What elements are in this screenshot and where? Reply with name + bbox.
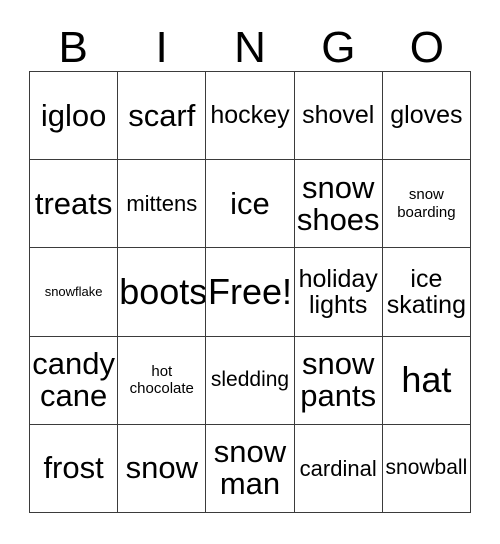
bingo-cell-label: hot chocolate <box>129 362 194 398</box>
bingo-cell-r2c5[interactable]: snow boarding <box>382 160 471 249</box>
bingo-cell-label: cardinal <box>299 455 377 481</box>
bingo-cell-label: ice <box>230 185 270 221</box>
bingo-cell-r5c3[interactable]: snow man <box>206 424 295 513</box>
bingo-cell-label: snow man <box>213 434 287 502</box>
bingo-cell-label: hat <box>401 358 452 400</box>
bingo-cell-r2c3[interactable]: ice <box>206 160 295 249</box>
bingo-cell-label: scarf <box>128 97 196 133</box>
bingo-cell-label: frost <box>43 450 104 486</box>
bingo-cell-r3c4[interactable]: holiday lights <box>294 248 383 337</box>
bingo-header-row: B I N G O <box>29 22 471 71</box>
bingo-cell-r5c1[interactable]: frost <box>30 424 119 513</box>
bingo-grid: igloo scarf hockey shovel gloves treats … <box>29 71 471 513</box>
bingo-cell-label: boots <box>119 270 207 312</box>
header-letter-o: O <box>409 23 444 72</box>
bingo-cell-label: snow pants <box>300 346 377 414</box>
bingo-cell-r3c5[interactable]: ice skating <box>382 248 471 337</box>
bingo-cell-r4c5[interactable]: hat <box>382 336 471 425</box>
bingo-cell-r5c5[interactable]: snowball <box>382 424 471 513</box>
bingo-cell-r1c4[interactable]: shovel <box>294 72 383 161</box>
free-space-label: Free! <box>207 270 292 312</box>
header-letter-i: I <box>155 23 168 72</box>
header-letter-b: B <box>58 23 88 72</box>
bingo-cell-r1c5[interactable]: gloves <box>382 72 471 161</box>
bingo-cell-label: sledding <box>210 368 290 392</box>
bingo-cell-r3c1[interactable]: snowflake <box>30 248 119 337</box>
bingo-cell-r2c1[interactable]: treats <box>30 160 119 249</box>
bingo-cell-label: snowflake <box>44 283 103 299</box>
bingo-cell-label: snow boarding <box>397 186 456 221</box>
bingo-cell-r4c1[interactable]: candy cane <box>30 336 119 425</box>
bingo-cell-r2c4[interactable]: snow shoes <box>294 160 383 249</box>
bingo-cell-r1c3[interactable]: hockey <box>206 72 295 161</box>
bingo-card: B I N G O igloo scarf hockey shovel glov… <box>0 0 500 544</box>
bingo-cell-label: snow shoes <box>296 169 380 237</box>
bingo-cell-label: snow <box>125 450 198 486</box>
bingo-cell-label: hockey <box>210 101 290 130</box>
bingo-cell-label: candy cane <box>32 346 115 414</box>
bingo-cell-label: treats <box>34 185 113 221</box>
bingo-cell-r5c4[interactable]: cardinal <box>294 424 383 513</box>
header-letter-n: N <box>234 23 266 72</box>
bingo-cell-r5c2[interactable]: snow <box>118 424 207 513</box>
bingo-cell-label: snowball <box>385 456 468 480</box>
bingo-cell-label: mittens <box>126 191 198 217</box>
bingo-cell-label: shovel <box>302 101 375 130</box>
bingo-cell-r1c2[interactable]: scarf <box>118 72 207 161</box>
bingo-cell-r2c2[interactable]: mittens <box>118 160 207 249</box>
bingo-cell-r1c1[interactable]: igloo <box>30 72 119 161</box>
bingo-cell-label: igloo <box>40 97 107 133</box>
header-letter-g: G <box>321 23 356 72</box>
bingo-cell-r3c2[interactable]: boots <box>118 248 207 337</box>
bingo-cell-r4c4[interactable]: snow pants <box>294 336 383 425</box>
bingo-cell-label: ice skating <box>386 264 466 319</box>
bingo-cell-label: gloves <box>390 101 463 130</box>
bingo-cell-r4c3[interactable]: sledding <box>206 336 295 425</box>
bingo-cell-r4c2[interactable]: hot chocolate <box>118 336 207 425</box>
bingo-cell-label: holiday lights <box>298 264 378 319</box>
bingo-cell-free-space[interactable]: Free! <box>206 248 295 337</box>
